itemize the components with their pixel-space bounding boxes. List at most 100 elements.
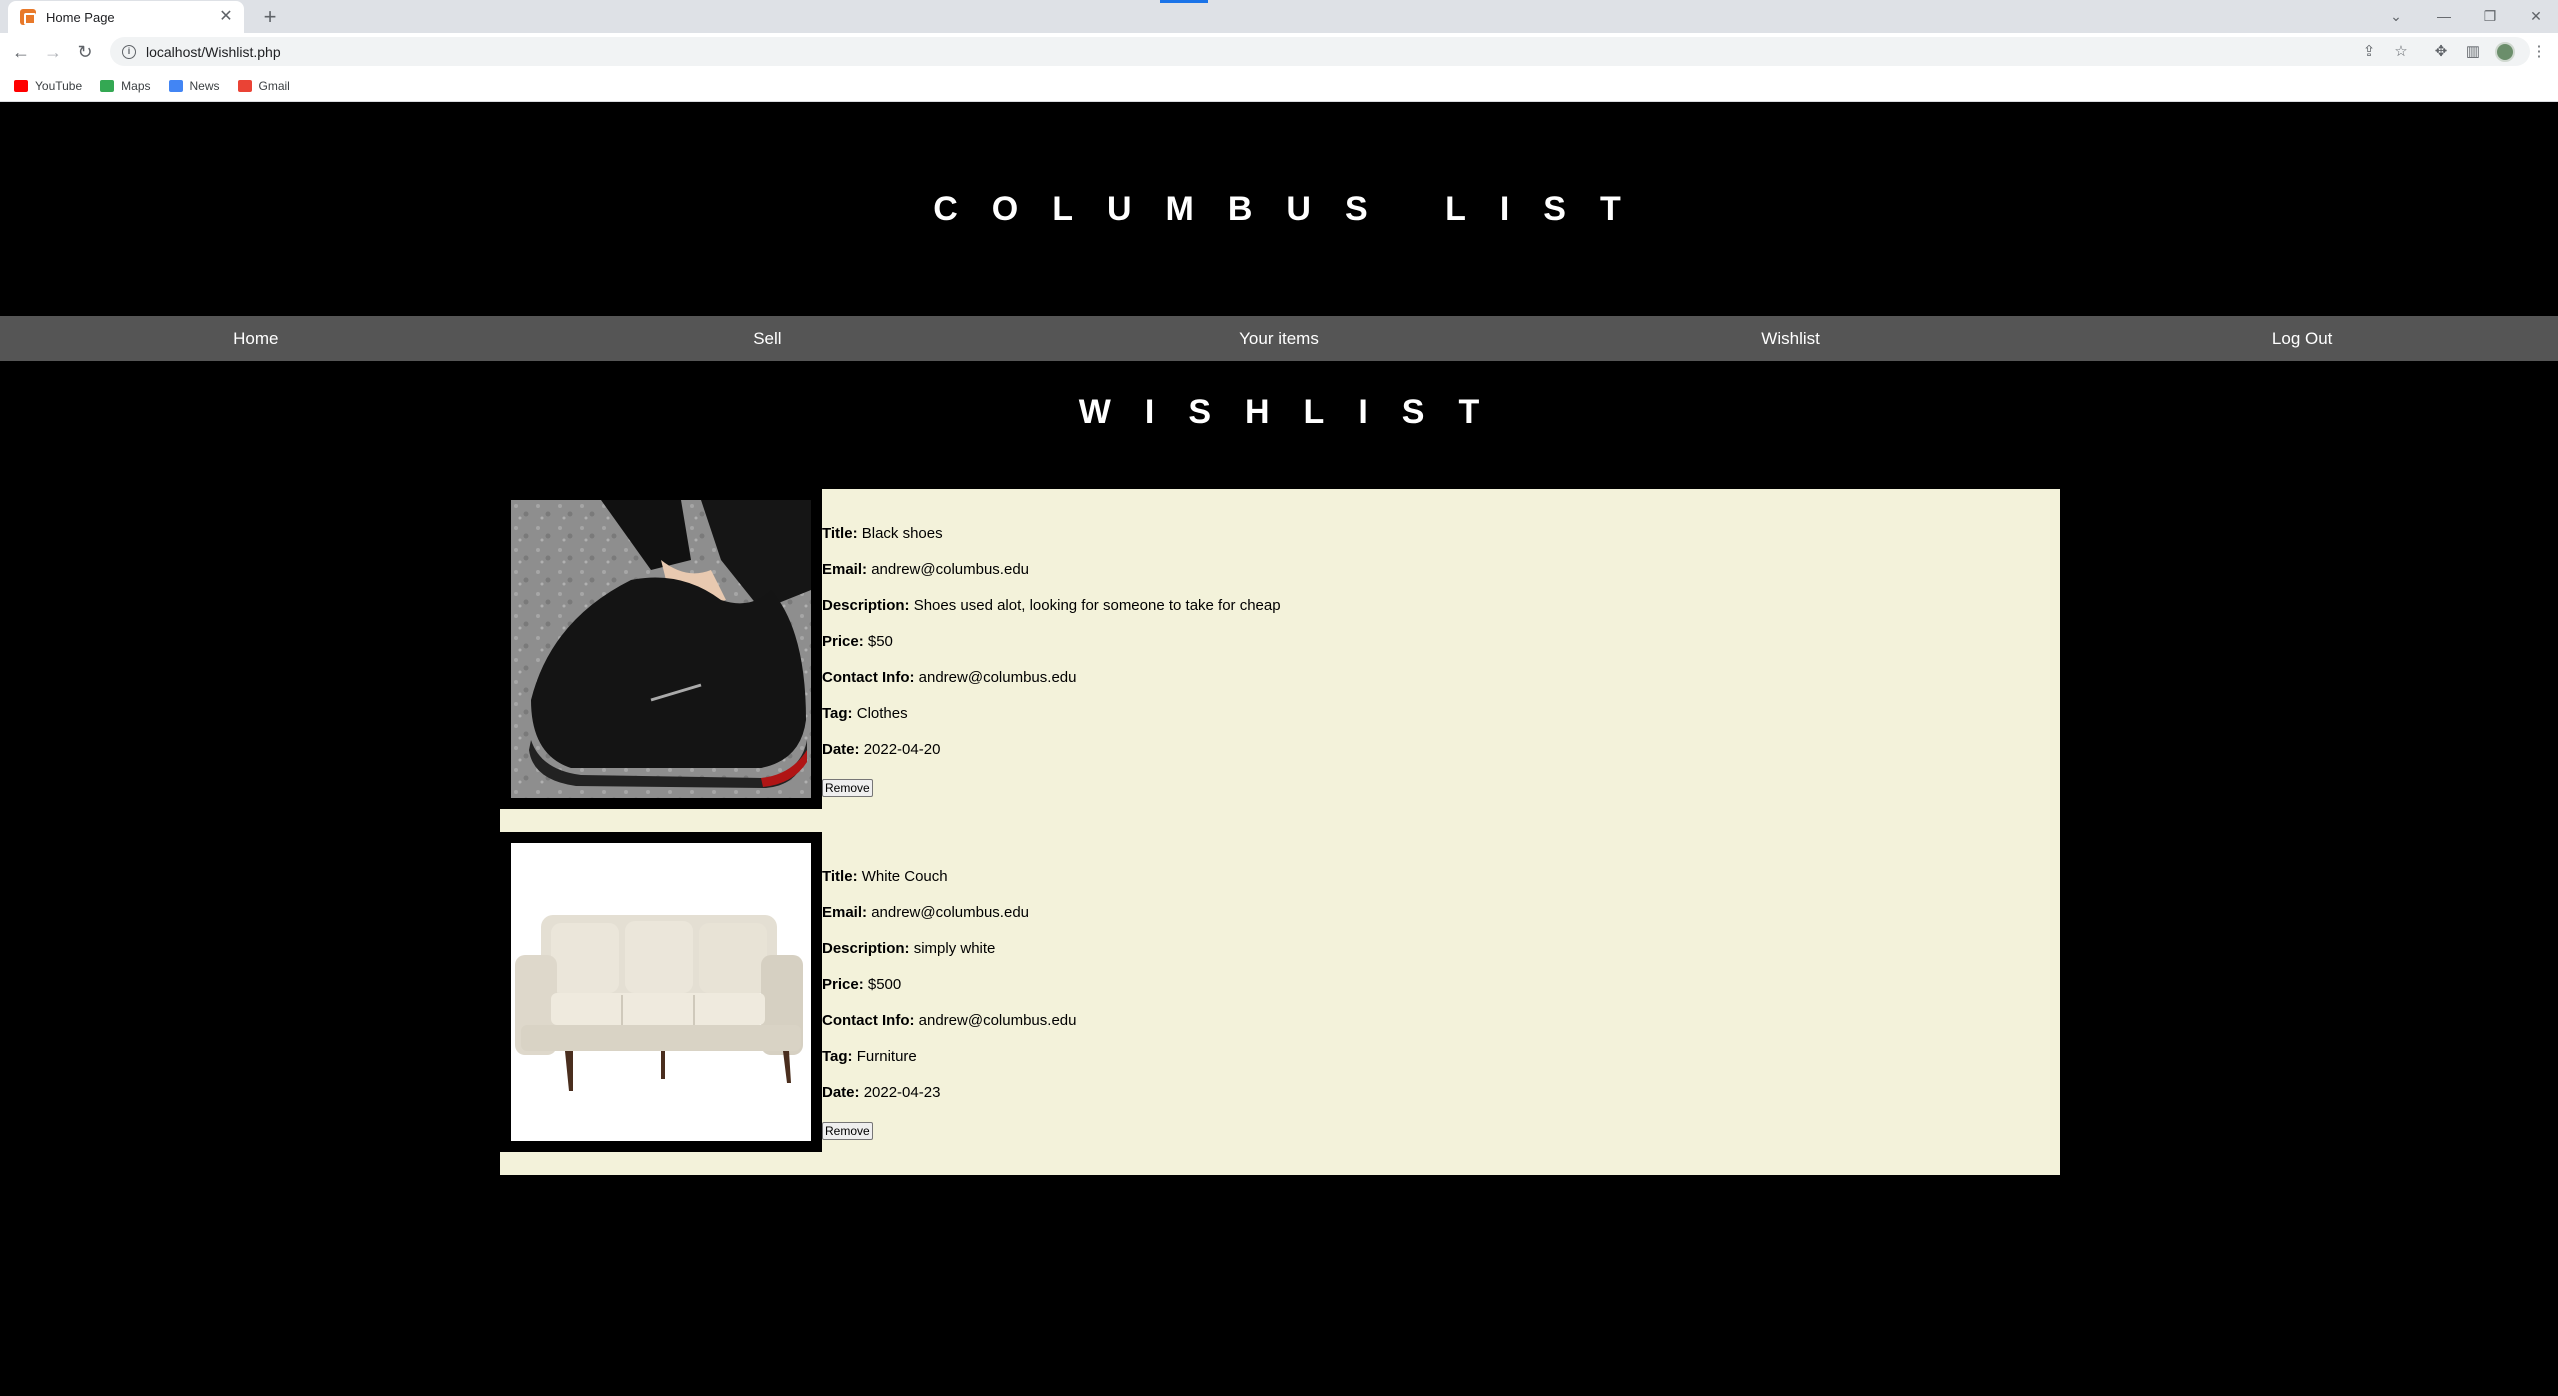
main-navbar: Home Sell Your items Wishlist Log Out: [0, 316, 2558, 361]
bookmark-youtube[interactable]: YouTube: [14, 79, 82, 93]
close-window-icon[interactable]: ✕: [2522, 4, 2550, 28]
item-price: $500: [867, 976, 902, 993]
item-photo-frame: [500, 832, 822, 1152]
field-label: Email:: [822, 904, 868, 921]
wishlist-item: Title: White Couch Email: andrew@columbu…: [500, 832, 2060, 1175]
item-price-field: Price: $500: [822, 976, 1076, 1012]
item-title-field: Title: Black shoes: [822, 525, 1281, 561]
back-arrow-icon[interactable]: ←: [8, 39, 34, 65]
item-description: simply white: [913, 940, 996, 957]
browser-tab[interactable]: Home Page ✕: [8, 1, 244, 33]
site-title: COLUMBUS LIST: [933, 190, 1655, 228]
item-description-field: Description: simply white: [822, 940, 1076, 976]
gmail-icon: [237, 79, 252, 92]
nav-sell[interactable]: Sell: [512, 316, 1024, 361]
close-tab-icon[interactable]: ✕: [216, 7, 236, 27]
wishlist-container: Title: Black shoes Email: andrew@columbu…: [500, 489, 2060, 1175]
remove-button[interactable]: Remove: [822, 779, 873, 797]
item-photo-frame: [500, 489, 822, 809]
item-contact-field: Contact Info: andrew@columbus.edu: [822, 1012, 1076, 1048]
remove-button[interactable]: Remove: [822, 1122, 873, 1140]
item-title: Black shoes: [861, 525, 943, 542]
field-label: Date:: [822, 1084, 860, 1101]
item-tag-field: Tag: Furniture: [822, 1048, 1076, 1084]
side-panel-icon[interactable]: ▥: [2462, 41, 2484, 63]
field-label: Price:: [822, 976, 864, 993]
item-tag: Furniture: [856, 1048, 917, 1065]
bookmark-label: Gmail: [258, 78, 290, 93]
field-label: Date:: [822, 741, 860, 758]
nav-home[interactable]: Home: [0, 316, 512, 361]
bookmark-gmail[interactable]: Gmail: [237, 78, 290, 93]
item-price: $50: [867, 633, 893, 650]
item-contact: andrew@columbus.edu: [918, 669, 1077, 686]
item-date: 2022-04-23: [863, 1084, 941, 1101]
field-label: Price:: [822, 633, 864, 650]
browser-tabstrip: Home Page ✕ + ⌄ — ❐ ✕: [0, 0, 2558, 33]
nav-your-items[interactable]: Your items: [1023, 316, 1535, 361]
field-label: Contact Info:: [822, 1012, 915, 1029]
item-email: andrew@columbus.edu: [871, 904, 1030, 921]
field-label: Title:: [822, 868, 858, 885]
field-label: Contact Info:: [822, 669, 915, 686]
field-label: Title:: [822, 525, 858, 542]
wishlist-heading: WISHLIST: [1078, 393, 1514, 431]
tab-search-chevron-icon[interactable]: ⌄: [2382, 4, 2410, 28]
item-details: Title: White Couch Email: andrew@columbu…: [822, 868, 1076, 1140]
reload-icon[interactable]: ↻: [72, 39, 98, 65]
url-text[interactable]: localhost/Wishlist.php: [146, 44, 281, 60]
site-header: COLUMBUS LIST: [0, 103, 2558, 316]
news-icon: [168, 79, 183, 92]
bookmarks-bar: YouTube Maps News Gmail: [0, 70, 2558, 102]
black-shoes-photo: [511, 500, 811, 798]
nav-wishlist[interactable]: Wishlist: [1535, 316, 2047, 361]
item-description-field: Description: Shoes used alot, looking fo…: [822, 597, 1281, 633]
wishlist-item: Title: Black shoes Email: andrew@columbu…: [500, 489, 2060, 832]
restore-icon[interactable]: ❐: [2476, 4, 2504, 28]
item-contact: andrew@columbus.edu: [918, 1012, 1077, 1029]
item-description: Shoes used alot, looking for someone to …: [913, 597, 1281, 614]
item-email-field: Email: andrew@columbus.edu: [822, 561, 1281, 597]
field-label: Tag:: [822, 705, 853, 722]
item-date-field: Date: 2022-04-23: [822, 1084, 1076, 1120]
item-date-field: Date: 2022-04-20: [822, 741, 1281, 777]
tab-search-indicator: [1160, 0, 1208, 3]
new-tab-icon[interactable]: +: [258, 5, 282, 29]
bookmark-label: News: [189, 78, 220, 93]
item-email: andrew@columbus.edu: [871, 561, 1030, 578]
youtube-icon: [14, 79, 28, 92]
bookmark-label: YouTube: [35, 78, 83, 93]
site-info-icon[interactable]: i: [122, 44, 136, 59]
menu-kebab-icon[interactable]: ⋮: [2528, 41, 2550, 63]
field-label: Description:: [822, 597, 910, 614]
item-email-field: Email: andrew@columbus.edu: [822, 904, 1076, 940]
field-label: Description:: [822, 940, 910, 957]
item-details: Title: Black shoes Email: andrew@columbu…: [822, 525, 1281, 797]
item-date: 2022-04-20: [863, 741, 941, 758]
white-couch-photo: [511, 843, 811, 1141]
maps-icon: [100, 79, 115, 92]
share-icon[interactable]: ⇪: [2358, 41, 2380, 63]
browser-toolbar: ← → ↻ i localhost/Wishlist.php ⇪ ☆ ✥ ▥ ⋮: [0, 33, 2558, 70]
tab-title: Home Page: [46, 9, 115, 25]
bookmark-news[interactable]: News: [168, 78, 220, 93]
minimize-icon[interactable]: —: [2430, 4, 2458, 28]
bookmark-maps[interactable]: Maps: [100, 78, 151, 93]
item-contact-field: Contact Info: andrew@columbus.edu: [822, 669, 1281, 705]
page-body: COLUMBUS LIST Home Sell Your items Wishl…: [0, 103, 2558, 1396]
field-label: Email:: [822, 561, 868, 578]
profile-avatar[interactable]: [2495, 42, 2515, 62]
item-title: White Couch: [861, 868, 948, 885]
item-tag-field: Tag: Clothes: [822, 705, 1281, 741]
site-favicon-icon: [20, 9, 36, 25]
address-bar[interactable]: i localhost/Wishlist.php: [110, 37, 2530, 66]
item-tag: Clothes: [856, 705, 908, 722]
bookmark-star-icon[interactable]: ☆: [2390, 41, 2412, 63]
forward-arrow-icon[interactable]: →: [40, 39, 66, 65]
item-price-field: Price: $50: [822, 633, 1281, 669]
field-label: Tag:: [822, 1048, 853, 1065]
item-title-field: Title: White Couch: [822, 868, 1076, 904]
bookmark-label: Maps: [121, 78, 151, 93]
extensions-puzzle-icon[interactable]: ✥: [2430, 41, 2452, 63]
nav-log-out[interactable]: Log Out: [2046, 316, 2558, 361]
